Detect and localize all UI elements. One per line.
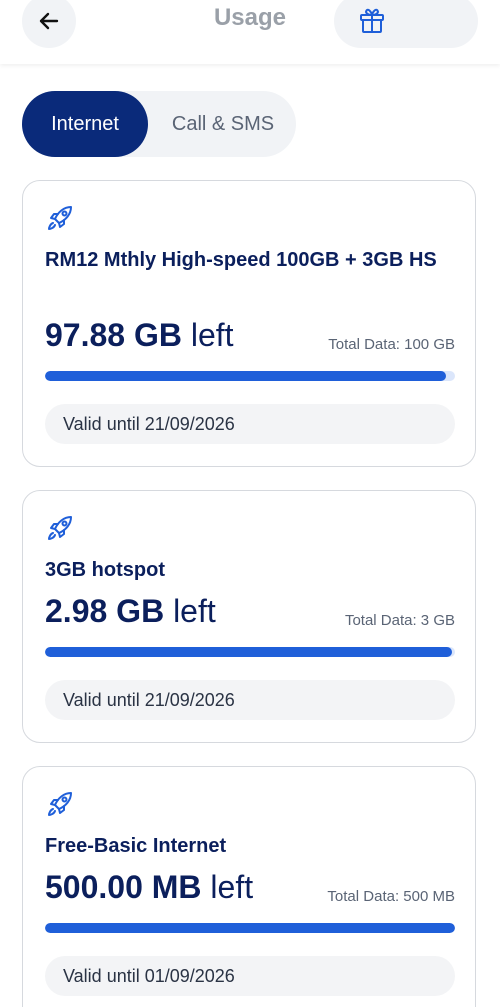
rewards-button[interactable] [334, 0, 478, 48]
total-data: Total Data: 500 MB [327, 888, 455, 905]
data-remaining-row: 500.00 MB left Total Data: 500 MB [45, 867, 455, 907]
data-remaining-value: 97.88 GB [45, 317, 182, 353]
left-label: left [173, 593, 216, 629]
validity-label: Valid until 21/09/2026 [45, 404, 455, 444]
validity-label: Valid until 21/09/2026 [45, 680, 455, 720]
left-label: left [190, 317, 234, 353]
left-label: left [210, 869, 254, 905]
plan-name: Free-Basic Internet [45, 835, 227, 857]
plan-name: 3GB hotspot [45, 559, 165, 581]
total-data: Total Data: 3 GB [344, 612, 455, 629]
plan-card: 3GB hotspot 2.98 GB left Total Data: 3 G… [22, 490, 476, 743]
usage-progress-fill [45, 923, 455, 933]
tab-call-sms[interactable]: Call & SMS [156, 91, 290, 157]
data-remaining: 500.00 MB left [45, 867, 253, 907]
gift-icon [360, 8, 384, 33]
usage-screen: Usage Internet Call & SMS RM12 Mthly Hig… [0, 0, 500, 1007]
usage-progress-bar [45, 371, 455, 381]
rocket-icon [48, 516, 72, 540]
rocket-icon [48, 792, 72, 816]
data-remaining-value: 2.98 GB [45, 593, 165, 629]
plan-card: Free-Basic Internet 500.00 MB left Total… [22, 766, 476, 1007]
data-remaining-value: 500.00 MB [45, 869, 202, 905]
total-data: Total Data: 100 GB [328, 336, 455, 353]
usage-tabs: Internet Call & SMS [22, 91, 296, 157]
usage-progress-fill [45, 647, 453, 657]
data-remaining: 2.98 GB left [45, 591, 216, 631]
rocket-icon [48, 206, 72, 230]
data-remaining-row: 2.98 GB left Total Data: 3 GB [45, 591, 455, 631]
usage-progress-fill [45, 371, 447, 381]
plan-name: RM12 Mthly High-speed 100GB + 3GB HS [45, 249, 437, 271]
tab-internet[interactable]: Internet [22, 91, 148, 157]
validity-label: Valid until 01/09/2026 [45, 956, 455, 996]
top-app-bar: Usage [0, 0, 500, 64]
plan-card: RM12 Mthly High-speed 100GB + 3GB HS 97.… [22, 180, 476, 467]
usage-progress-bar [45, 923, 455, 933]
data-remaining-row: 97.88 GB left Total Data: 100 GB [45, 315, 455, 355]
usage-progress-bar [45, 647, 455, 657]
data-remaining: 97.88 GB left [45, 315, 234, 355]
